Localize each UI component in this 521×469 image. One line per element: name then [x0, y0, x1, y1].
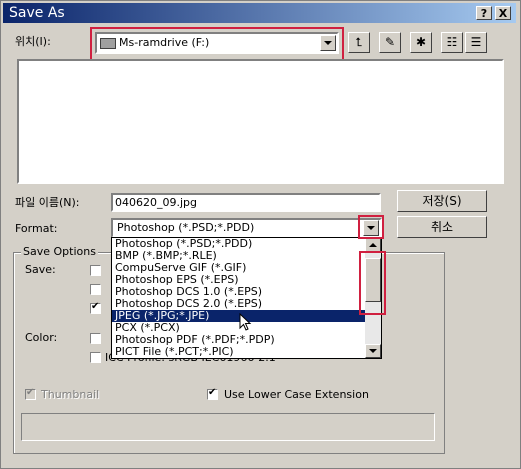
help-button[interactable]: ?	[476, 6, 492, 20]
format-value: Photoshop (*.PSD;*.PDD)	[117, 221, 255, 234]
format-options: Photoshop (*.PSD;*.PDD) BMP (*.BMP;*.RLE)…	[112, 238, 381, 358]
thumbnail-checkbox	[25, 387, 36, 400]
save-options-label: Save Options	[21, 245, 98, 259]
description-panel	[21, 413, 435, 441]
lowercase-extension-checkbox[interactable]	[207, 387, 218, 400]
color-option-checkbox-2[interactable]	[90, 352, 101, 363]
color-option-checkbox-1[interactable]	[90, 333, 101, 344]
folder-up-icon[interactable]: ⮤	[348, 32, 370, 53]
highlight-box-format-arrow	[358, 215, 384, 239]
color-label: Color:	[25, 331, 58, 344]
save-button[interactable]: 저장(S)	[397, 190, 487, 212]
cancel-button[interactable]: 취소	[397, 216, 487, 238]
format-combo[interactable]: Photoshop (*.PSD;*.PDD)	[111, 218, 382, 238]
filename-label: 파일 이름(N):	[15, 196, 80, 209]
save-label: Save:	[25, 263, 56, 276]
new-folder-icon[interactable]: ✱	[410, 32, 432, 53]
dialog-title: Save As	[9, 5, 65, 21]
format-dropdown-list[interactable]: Photoshop (*.PSD;*.PDD) BMP (*.BMP;*.RLE)…	[111, 237, 382, 359]
format-label: Format:	[15, 222, 58, 235]
mouse-cursor-icon	[239, 313, 252, 331]
desktop-icon[interactable]: ✎	[379, 32, 401, 53]
save-option-checkbox-2[interactable]	[90, 284, 101, 295]
file-list[interactable]	[17, 59, 504, 184]
highlight-box-scrollbar	[359, 251, 386, 315]
location-label: 위치(I):	[15, 35, 51, 48]
scroll-down-arrow[interactable]	[365, 344, 381, 358]
title-bar[interactable]: Save As ? X	[3, 3, 516, 23]
save-option-checkbox-1[interactable]	[90, 265, 101, 276]
close-button[interactable]: X	[495, 6, 511, 20]
lowercase-extension-label: Use Lower Case Extension	[224, 388, 369, 401]
details-view-icon[interactable]: ☰	[465, 32, 487, 53]
scroll-up-arrow[interactable]	[365, 238, 381, 252]
save-option-checkbox-3[interactable]	[90, 301, 101, 314]
save-as-dialog: Save As ? X 위치(I): Ms-ramdrive (F:) ⮤ ✎ …	[0, 0, 521, 469]
filename-input[interactable]: 040620_09.jpg	[111, 193, 381, 212]
list-view-icon[interactable]: ☷	[441, 32, 463, 53]
thumbnail-label: Thumbnail	[41, 388, 100, 401]
format-option[interactable]: PICT File (*.PCT;*.PIC)	[112, 346, 381, 358]
